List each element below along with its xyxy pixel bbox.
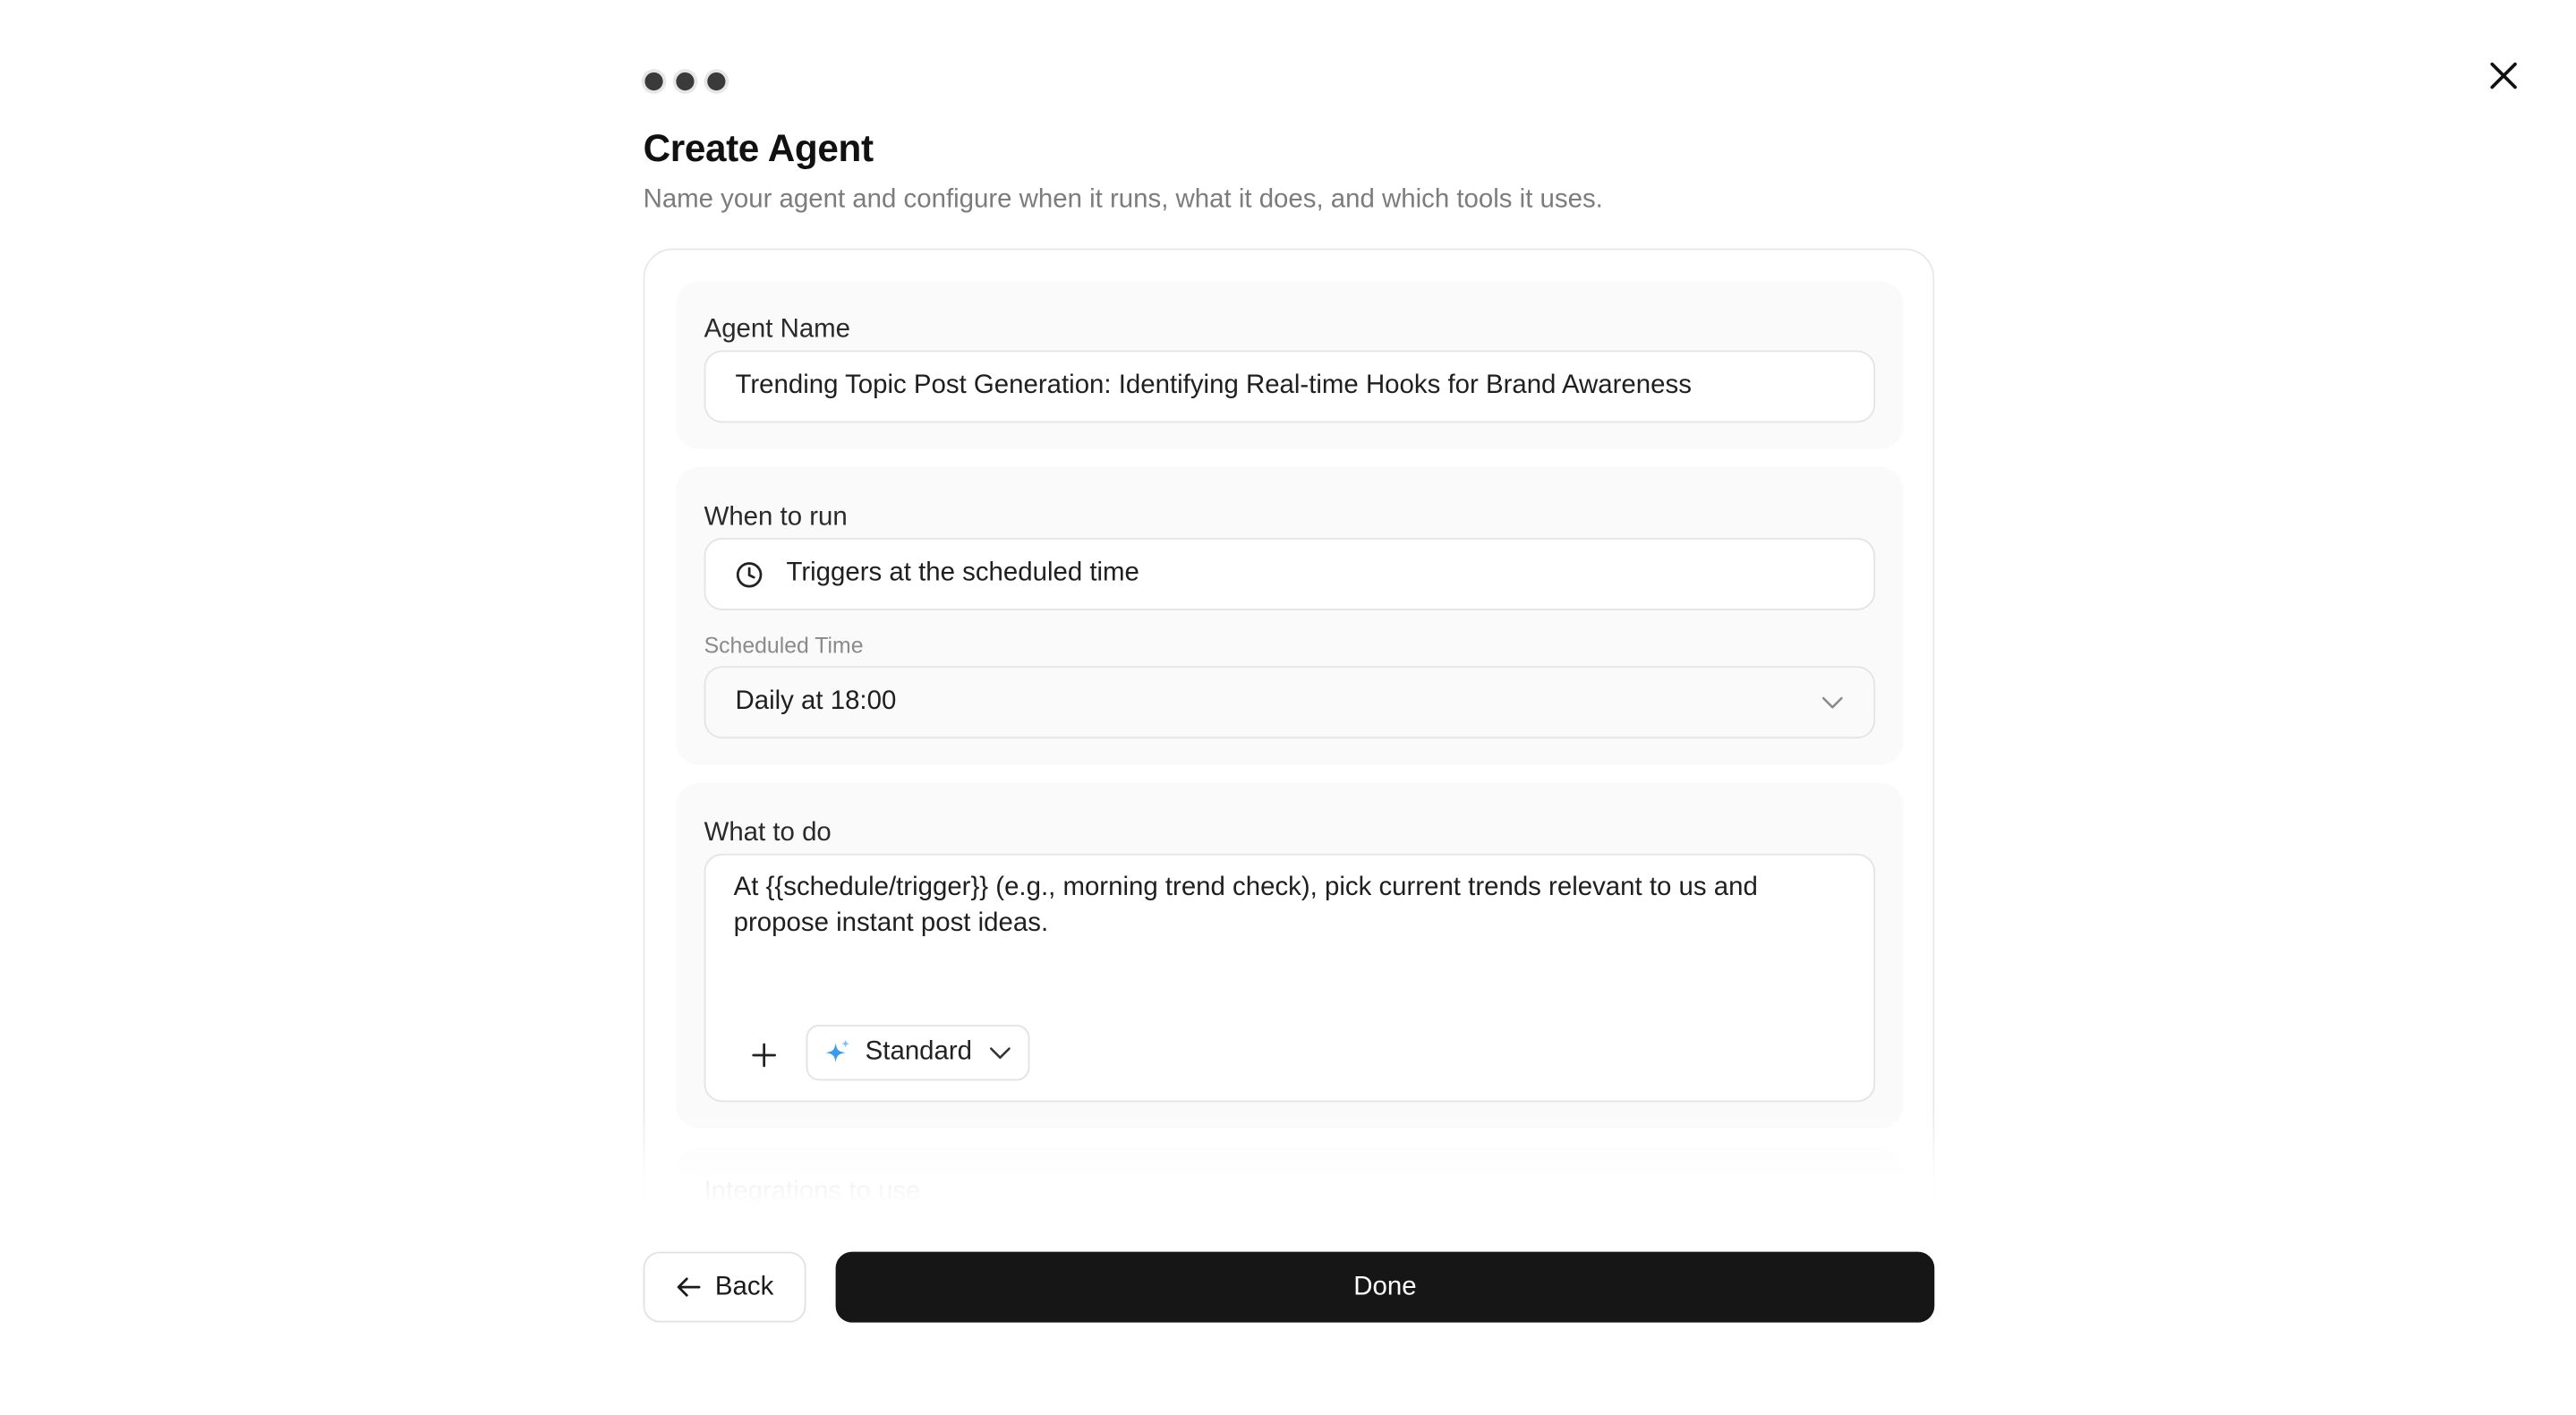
form-scroll-area[interactable]: Agent Name Trending Topic Post Generatio… [643,248,1935,1206]
close-button[interactable] [2480,53,2526,98]
step-indicator [644,72,726,91]
model-mode-label: Standard [865,1037,973,1066]
step-dot [676,72,695,91]
plus-icon [751,1042,776,1067]
model-mode-dropdown[interactable]: Standard [806,1024,1030,1081]
integrations-section: Integrations to use [676,1147,1904,1206]
form-card: Agent Name Trending Topic Post Generatio… [643,248,1935,1206]
integrations-label: Integrations to use [704,1177,921,1206]
scheduled-time-select[interactable]: Daily at 18:00 [704,666,1876,739]
agent-name-label: Agent Name [704,315,851,345]
clock-icon [705,560,763,588]
scheduled-time-value: Daily at 18:00 [735,687,897,716]
agent-name-value: Trending Topic Post Generation: Identify… [735,371,1692,400]
instructions-textarea[interactable]: At {{schedule/trigger}} (e.g., morning t… [704,853,1876,1103]
when-to-run-section: When to run Triggers at the scheduled ti… [676,466,1904,765]
instructions-text: At {{schedule/trigger}} (e.g., morning t… [733,873,1758,938]
back-button[interactable]: Back [643,1251,806,1323]
trigger-value: Triggers at the scheduled time [786,558,1139,588]
close-icon [2490,62,2517,90]
step-dot [707,72,726,91]
create-agent-dialog: Create Agent Name your agent and configu… [0,0,2576,1415]
agent-name-section: Agent Name Trending Topic Post Generatio… [676,281,1904,449]
what-to-do-section: What to do At {{schedule/trigger}} (e.g.… [676,782,1904,1129]
chevron-down-icon [985,1045,1011,1061]
trigger-field[interactable]: Triggers at the scheduled time [704,537,1876,610]
agent-name-input[interactable]: Trending Topic Post Generation: Identify… [704,350,1876,423]
when-to-run-label: When to run [704,503,848,532]
chevron-down-icon [1821,695,1873,710]
done-button[interactable]: Done [835,1251,1935,1323]
arrow-left-icon [677,1277,700,1297]
add-button[interactable] [742,1033,785,1076]
back-label: Back [714,1272,774,1300]
scheduled-time-label: Scheduled Time [704,633,864,659]
step-dot [644,72,663,91]
page-title: Create Agent [643,126,874,170]
page-subtitle: Name your agent and configure when it ru… [643,185,1603,214]
what-to-do-label: What to do [704,819,832,848]
done-label: Done [1353,1272,1417,1300]
sparkle-icon [823,1038,852,1068]
